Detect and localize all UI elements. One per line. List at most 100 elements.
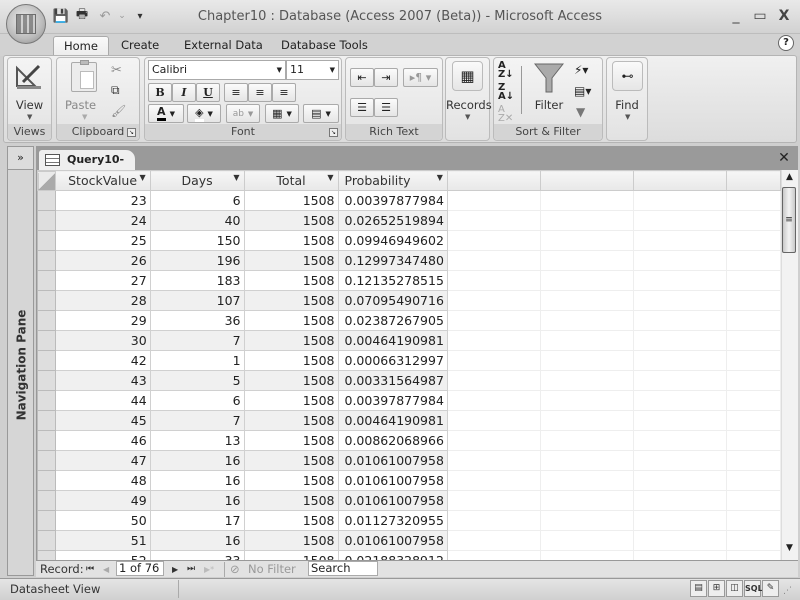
font-name-dropdown-icon[interactable]: ▼: [277, 61, 282, 79]
column-header-stockvalue[interactable]: StockValue ▼: [54, 170, 151, 191]
cell-days[interactable]: 40: [149, 210, 245, 231]
table-row[interactable]: 28 107 1508 0.07095490716: [37, 290, 781, 311]
table-row[interactable]: 523315080.02188328912: [37, 550, 781, 560]
font-launcher-icon[interactable]: ↘: [329, 128, 338, 137]
cell-total[interactable]: 1508: [243, 370, 339, 391]
cell-probability[interactable]: 0.00066312997: [337, 350, 448, 371]
scroll-up-arrow-icon[interactable]: ▲: [781, 172, 798, 186]
cell-total[interactable]: 1508: [243, 210, 339, 231]
align-right-button[interactable]: ≡: [272, 83, 296, 102]
cell-stockvalue[interactable]: 47: [54, 450, 151, 471]
cell-probability[interactable]: 0.07095490716: [337, 290, 448, 311]
table-row[interactable]: 24 40 1508 0.02652519894: [37, 210, 781, 231]
record-selector[interactable]: [37, 510, 56, 531]
table-row[interactable]: 26 196 1508 0.12997347480: [37, 250, 781, 271]
cell-stockvalue[interactable]: 50: [54, 510, 151, 531]
records-button[interactable]: Records: [446, 98, 492, 112]
cell-total[interactable]: 1508: [243, 450, 339, 471]
find-dropdown-icon[interactable]: ▼: [625, 113, 630, 121]
advanced-filter-button[interactable]: ▤▾: [574, 84, 591, 98]
cell-probability[interactable]: 0.01061007958: [337, 490, 448, 511]
maximize-button[interactable]: ▭: [749, 6, 771, 26]
cell-stockvalue[interactable]: 44: [54, 390, 151, 411]
cell-stockvalue[interactable]: 30: [54, 330, 151, 351]
cell-total[interactable]: 1508: [243, 430, 339, 451]
cell-total[interactable]: 1508: [243, 350, 339, 371]
cell-total[interactable]: 1508: [243, 390, 339, 411]
column-dropdown-icon[interactable]: ▼: [437, 173, 443, 182]
table-row[interactable]: 23 6 1508 0.00397877984: [37, 190, 781, 211]
font-size-combo[interactable]: 11 ▼: [286, 60, 339, 80]
tab-external-data[interactable]: External Data: [174, 36, 273, 56]
next-record-button[interactable]: ▶: [172, 562, 178, 577]
record-selector[interactable]: [37, 450, 56, 471]
cell-probability[interactable]: 0.00397877984: [337, 390, 448, 411]
cell-probability[interactable]: 0.00464190981: [337, 410, 448, 431]
table-row[interactable]: 46 13 1508 0.00862068966: [37, 430, 781, 451]
records-dropdown-icon[interactable]: ▼: [465, 113, 470, 121]
cell-total[interactable]: 1508: [243, 550, 339, 560]
cell-stockvalue[interactable]: 42: [54, 350, 151, 371]
cell-probability[interactable]: 0.12997347480: [337, 250, 448, 271]
font-name-combo[interactable]: Calibri ▼: [148, 60, 286, 80]
cell-probability[interactable]: 0.01127320955: [337, 510, 448, 531]
cell-days[interactable]: 16: [149, 450, 245, 471]
toggle-filter-button[interactable]: ▼: [576, 105, 585, 119]
cell-total[interactable]: 1508: [243, 330, 339, 351]
cell-probability[interactable]: 0.01061007958: [337, 450, 448, 471]
cell-days[interactable]: 6: [149, 390, 245, 411]
table-row[interactable]: 30 7 1508 0.00464190981: [37, 330, 781, 351]
cell-days[interactable]: 196: [149, 250, 245, 271]
table-row[interactable]: 45 7 1508 0.00464190981: [37, 410, 781, 431]
datasheet-format-button[interactable]: ▤ ▼: [303, 104, 339, 123]
cell-total[interactable]: 1508: [243, 490, 339, 511]
no-filter-button[interactable]: No Filter: [248, 562, 296, 577]
nav-pane-toggle-button[interactable]: »: [7, 146, 34, 170]
column-header-total[interactable]: Total ▼: [243, 170, 339, 191]
cell-probability[interactable]: 0.00464190981: [337, 330, 448, 351]
cell-days[interactable]: 36: [149, 310, 245, 331]
underline-button[interactable]: U: [196, 83, 220, 102]
record-selector[interactable]: [37, 310, 56, 331]
font-color-dropdown-icon[interactable]: ▼: [170, 110, 175, 118]
table-row[interactable]: 51 16 1508 0.01061007958: [37, 530, 781, 551]
cell-days[interactable]: 17: [149, 510, 245, 531]
cell-stockvalue[interactable]: 45: [54, 410, 151, 431]
increase-indent-button[interactable]: ⇥: [374, 68, 398, 87]
record-selector[interactable]: [37, 350, 56, 371]
view-dropdown-icon[interactable]: ▼: [27, 113, 32, 121]
copy-icon[interactable]: ⧉: [111, 83, 120, 98]
cell-stockvalue[interactable]: 48: [54, 470, 151, 491]
cell-stockvalue[interactable]: 27: [54, 270, 151, 291]
cell-probability[interactable]: 0.00862068966: [337, 430, 448, 451]
last-record-button[interactable]: ⏭: [187, 562, 195, 577]
gridlines-dropdown-icon[interactable]: ▼: [287, 110, 292, 118]
scrollbar-thumb[interactable]: ≡: [782, 187, 796, 253]
record-selector[interactable]: [37, 550, 56, 560]
filter-button[interactable]: Filter: [524, 98, 574, 112]
cell-stockvalue[interactable]: 29: [54, 310, 151, 331]
tab-database-tools[interactable]: Database Tools: [271, 36, 378, 56]
numbering-button[interactable]: ☰: [350, 98, 374, 117]
cell-days[interactable]: 13: [149, 430, 245, 451]
cell-days[interactable]: 183: [149, 270, 245, 291]
table-row[interactable]: 43 5 1508 0.00331564987: [37, 370, 781, 391]
record-selector[interactable]: [37, 190, 56, 211]
record-selector[interactable]: [37, 290, 56, 311]
sql-view-button[interactable]: SQL: [744, 580, 763, 597]
tab-home[interactable]: Home: [53, 36, 109, 56]
cell-days[interactable]: 6: [149, 190, 245, 211]
cell-stockvalue[interactable]: 43: [54, 370, 151, 391]
cell-probability[interactable]: 0.02652519894: [337, 210, 448, 231]
cell-total[interactable]: 1508: [243, 530, 339, 551]
table-row[interactable]: 49 16 1508 0.01061007958: [37, 490, 781, 511]
table-row[interactable]: 50 17 1508 0.01127320955: [37, 510, 781, 531]
cell-days[interactable]: 7: [149, 330, 245, 351]
table-row[interactable]: 48 16 1508 0.01061007958: [37, 470, 781, 491]
paste-button[interactable]: Paste: [65, 98, 96, 112]
decrease-indent-button[interactable]: ⇤: [350, 68, 374, 87]
cell-stockvalue[interactable]: 28: [54, 290, 151, 311]
record-selector[interactable]: [37, 370, 56, 391]
clear-sort-button[interactable]: A Z✕: [498, 105, 516, 124]
find-button[interactable]: Find: [607, 98, 647, 112]
